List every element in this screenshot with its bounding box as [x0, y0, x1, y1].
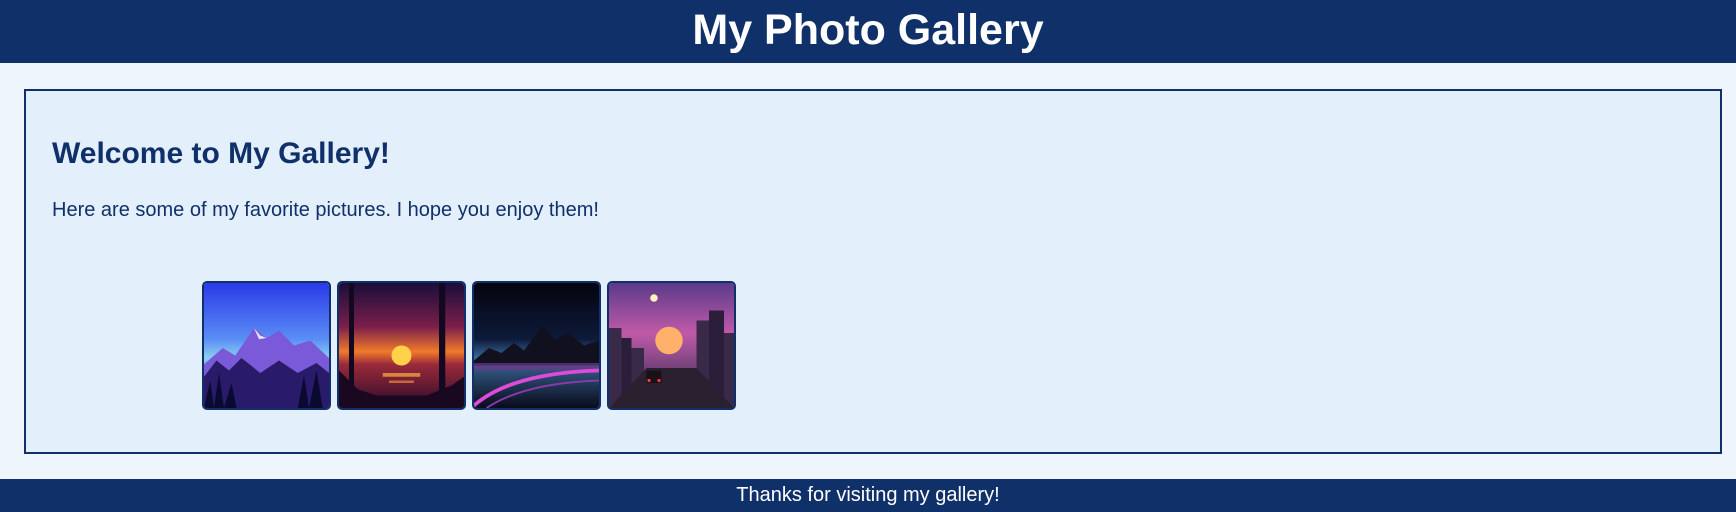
- gallery-image-neon-road[interactable]: [472, 281, 601, 410]
- gallery-panel: Welcome to My Gallery! Here are some of …: [24, 89, 1722, 454]
- gallery-image-city[interactable]: [607, 281, 736, 410]
- image-gallery: [202, 281, 736, 410]
- page-title: My Photo Gallery: [692, 6, 1044, 54]
- page-header: My Photo Gallery: [0, 0, 1736, 63]
- intro-text: Here are some of my favorite pictures. I…: [52, 199, 599, 221]
- footer-text: Thanks for visiting my gallery!: [736, 484, 1000, 506]
- gallery-image-mountain[interactable]: [202, 281, 331, 410]
- welcome-heading: Welcome to My Gallery!: [52, 137, 390, 170]
- page-footer: Thanks for visiting my gallery!: [0, 479, 1736, 512]
- gallery-image-sunset[interactable]: [337, 281, 466, 410]
